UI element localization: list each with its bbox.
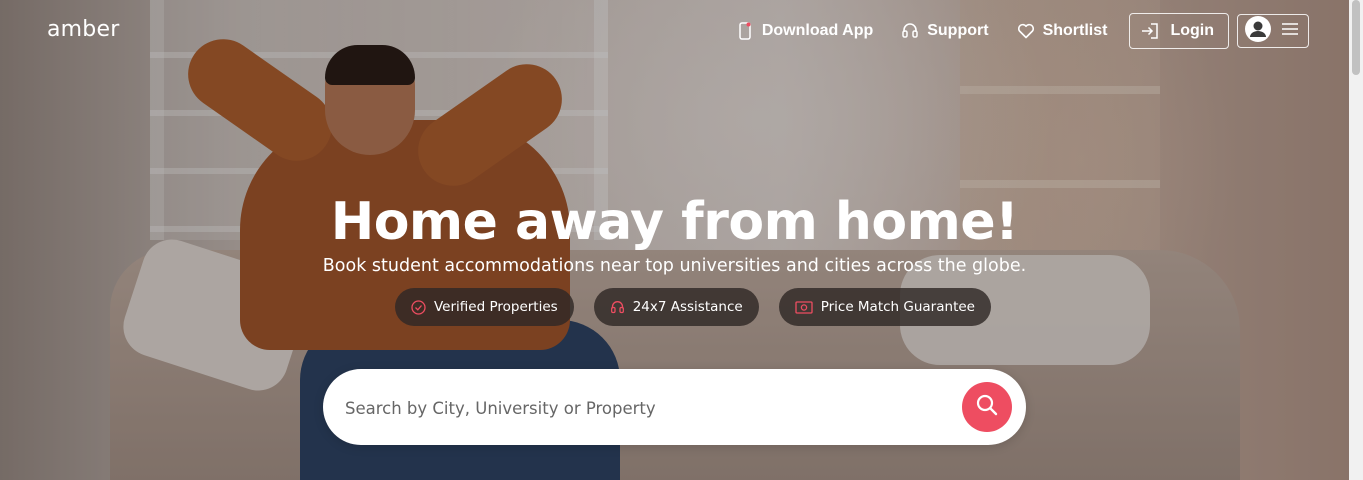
page: amber Download App Support Shortlist Log… [0, 0, 1363, 480]
login-button[interactable]: Login [1129, 13, 1229, 49]
feature-badges: Verified Properties 24x7 Assistance Pric… [395, 288, 1011, 326]
heart-icon [1017, 22, 1035, 40]
support-label: Support [927, 22, 989, 39]
login-label: Login [1170, 22, 1214, 39]
search-button[interactable] [962, 382, 1012, 432]
check-circle-icon [411, 299, 426, 315]
scrollbar-thumb[interactable] [1352, 0, 1360, 75]
money-icon [795, 300, 813, 314]
download-app-link[interactable]: Download App [736, 22, 873, 40]
user-avatar-icon [1245, 15, 1271, 47]
top-nav: Download App Support Shortlist Login [708, 13, 1309, 49]
phone-icon [736, 22, 754, 40]
badge-label: 24x7 Assistance [632, 299, 743, 315]
badge-24x7-assistance: 24x7 Assistance [593, 288, 759, 326]
headset-icon [610, 300, 625, 315]
badge-label: Verified Properties [434, 299, 558, 315]
support-link[interactable]: Support [901, 22, 989, 40]
logo[interactable]: amber [47, 17, 119, 42]
headset-icon [901, 22, 919, 40]
download-app-label: Download App [761, 22, 874, 39]
hero-title: Home away from home! [330, 192, 1019, 252]
badge-price-match-guarantee: Price Match Guarantee [778, 288, 991, 326]
page-scrollbar[interactable] [1349, 0, 1363, 480]
login-icon [1140, 22, 1160, 40]
menu-icon [1282, 22, 1298, 40]
shortlist-link[interactable]: Shortlist [1017, 22, 1108, 40]
hero-subtitle: Book student accommodations near top uni… [322, 256, 1027, 276]
badge-verified-properties: Verified Properties [395, 288, 574, 326]
search-input[interactable] [343, 391, 947, 425]
shortlist-label: Shortlist [1042, 22, 1108, 39]
badge-label: Price Match Guarantee [820, 299, 975, 315]
account-menu-button[interactable] [1237, 14, 1309, 48]
search-bar [323, 369, 1026, 445]
search-icon [975, 393, 999, 422]
